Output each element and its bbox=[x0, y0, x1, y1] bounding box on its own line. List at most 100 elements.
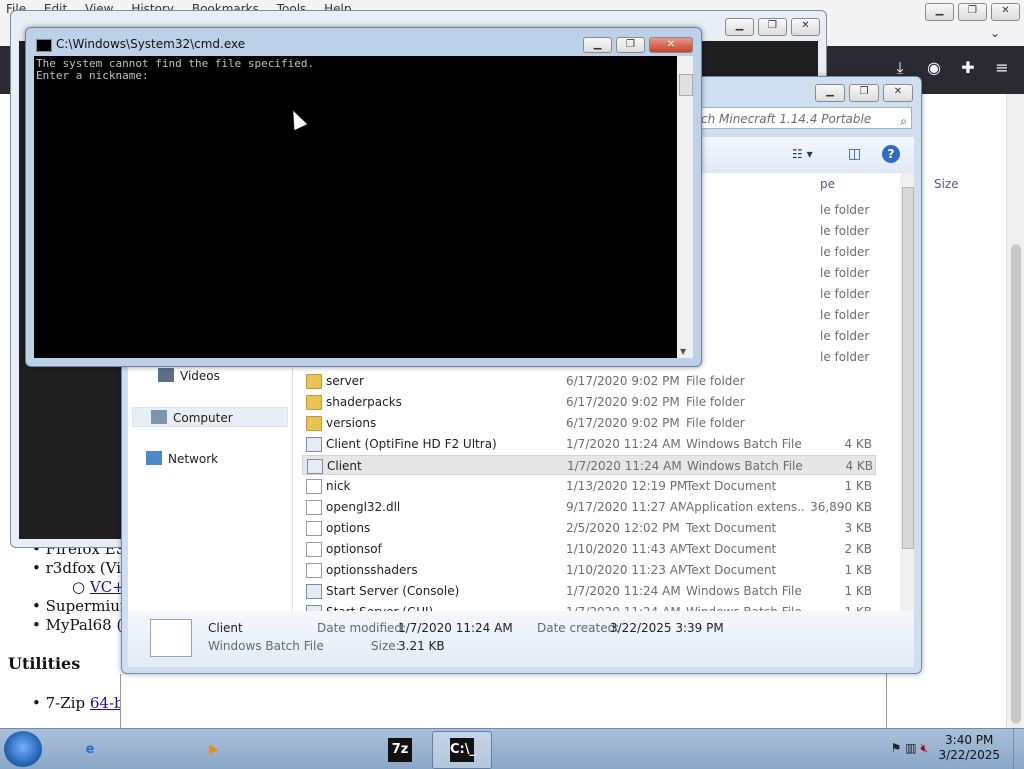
file-row[interactable]: Start Server (Console) 1/7/2020 11:24 AM W… bbox=[302, 581, 876, 601]
link[interactable]: VC+ bbox=[90, 578, 125, 596]
clock-time: 3:40 PM bbox=[945, 733, 994, 747]
taskbar-item-app-red[interactable] bbox=[246, 731, 306, 769]
film-icon bbox=[158, 368, 174, 382]
file-size: 4 KB bbox=[844, 437, 872, 451]
file-row[interactable]: options 2/5/2020 12:02 PM Text Document 3 K… bbox=[302, 518, 876, 538]
network-tray-icon[interactable]: ▥ bbox=[905, 741, 916, 755]
details-modified-label: Date modified: bbox=[317, 621, 407, 635]
text-document-icon bbox=[306, 563, 322, 578]
console-scrollbar[interactable]: ▼ bbox=[677, 56, 693, 358]
maximize-button[interactable]: ❐ bbox=[958, 3, 987, 21]
file-type: Windows Batch File bbox=[686, 584, 802, 598]
console-output[interactable]: The system cannot find the file specifie… bbox=[34, 56, 677, 358]
file-name: opengl32.dll bbox=[326, 500, 401, 514]
file-name: Start Server (Console) bbox=[326, 584, 460, 598]
preview-pane-icon[interactable]: ◫ bbox=[848, 146, 861, 162]
close-button[interactable]: ✕ bbox=[649, 37, 693, 53]
partial-type-cell: le folder bbox=[820, 350, 870, 364]
file-row[interactable]: server 6/17/2020 9:02 PM File folder bbox=[302, 371, 876, 391]
cmd-icon bbox=[36, 39, 52, 52]
column-header-type[interactable]: pe bbox=[820, 177, 835, 191]
column-header-size[interactable]: Size bbox=[934, 177, 959, 191]
minimize-button[interactable]: ▁ bbox=[925, 3, 954, 21]
show-desktop-button[interactable] bbox=[1013, 729, 1024, 769]
internet-explorer-icon: e bbox=[85, 742, 95, 757]
minimize-button[interactable]: ▁ bbox=[815, 84, 845, 102]
details-created-value: 3/22/2025 3:39 PM bbox=[610, 621, 724, 635]
file-name: server bbox=[326, 374, 364, 388]
taskbar-item-cmd[interactable]: C:\_ bbox=[432, 731, 492, 769]
maximize-button[interactable]: ❐ bbox=[616, 37, 645, 53]
file-type: Application extens... bbox=[686, 500, 804, 514]
details-pane: Client Windows Batch File Date modified:… bbox=[128, 611, 914, 667]
taskbar-item-explorer[interactable] bbox=[122, 731, 182, 769]
file-row[interactable]: Client (OptiFine HD F2 Ultra) 1/7/2020 11… bbox=[302, 434, 876, 454]
nav-item-computer[interactable]: Computer bbox=[132, 407, 288, 427]
account-icon[interactable]: ◉ bbox=[920, 54, 948, 82]
background-window-bottom bbox=[120, 674, 887, 729]
red-app-icon bbox=[264, 738, 288, 762]
file-row[interactable]: opengl32.dll 9/17/2020 11:27 AM Applicatio… bbox=[302, 497, 876, 517]
view-options-icon[interactable]: ☷ ▾ bbox=[792, 147, 813, 161]
file-type: Text Document bbox=[686, 542, 777, 556]
file-date: 1/10/2020 11:43 AM bbox=[566, 542, 686, 556]
taskbar-item-browser[interactable] bbox=[308, 731, 368, 769]
list-item: • MyPal68 ( bbox=[32, 616, 123, 634]
minimize-button[interactable]: ▁ bbox=[583, 37, 612, 53]
file-row[interactable]: optionsof 1/10/2020 11:43 AM Text Document… bbox=[302, 539, 876, 559]
nav-item-network[interactable]: Network bbox=[146, 449, 218, 469]
scrollbar-thumb[interactable] bbox=[1011, 244, 1021, 724]
taskbar-item-ie[interactable]: e bbox=[60, 731, 120, 769]
browser-scrollbar[interactable] bbox=[1006, 94, 1024, 728]
file-name: shaderpacks bbox=[326, 395, 402, 409]
file-date: 1/10/2020 11:23 AM bbox=[566, 563, 686, 577]
taskbar-item-7zip[interactable]: 7z bbox=[370, 731, 430, 769]
scrollbar-thumb[interactable] bbox=[679, 74, 693, 96]
volume-muted-icon[interactable]: 🔇︎ bbox=[920, 741, 928, 755]
file-row[interactable]: versions 6/17/2020 9:02 PM File folder bbox=[302, 413, 876, 433]
window-title: C:\Windows\System32\cmd.exe bbox=[56, 37, 246, 51]
minimize-button[interactable]: ▁ bbox=[725, 18, 754, 36]
cmd-icon: C:\_ bbox=[450, 738, 476, 762]
close-button[interactable]: ✕ bbox=[883, 84, 913, 102]
maximize-button[interactable]: ❐ bbox=[758, 18, 787, 36]
taskbar-item-media[interactable]: ▶ bbox=[184, 731, 244, 769]
file-row[interactable]: shaderpacks 6/17/2020 9:02 PM File folder bbox=[302, 392, 876, 412]
details-created-label: Date created: bbox=[537, 621, 620, 635]
help-icon[interactable]: ? bbox=[882, 145, 900, 163]
extensions-icon[interactable]: ✚ bbox=[954, 54, 982, 82]
batch-file-icon bbox=[150, 619, 192, 657]
file-name: Client (OptiFine HD F2 Ultra) bbox=[326, 437, 497, 451]
list-item: • 7-Zip 64-b bbox=[32, 694, 124, 712]
file-date: 1/7/2020 11:24 AM bbox=[566, 584, 681, 598]
search-input[interactable]: ch Minecraft 1.14.4 Portable ⌕ bbox=[696, 107, 912, 129]
file-size: 1 KB bbox=[844, 563, 872, 577]
text-document-icon bbox=[306, 542, 322, 557]
nav-item-videos[interactable]: Videos bbox=[158, 366, 220, 386]
file-list-scrollbar[interactable] bbox=[900, 173, 914, 611]
details-modified-value: 1/7/2020 11:24 AM bbox=[398, 621, 513, 635]
partial-type-cell: le folder bbox=[820, 287, 870, 301]
clock[interactable]: 3:40 PM 3/22/2025 bbox=[938, 733, 1000, 763]
details-size-label: Size: bbox=[371, 639, 400, 653]
scrollbar-thumb[interactable] bbox=[902, 187, 914, 549]
menu-icon[interactable]: ≡ bbox=[988, 54, 1016, 82]
start-button[interactable] bbox=[4, 731, 42, 767]
batch-file-icon bbox=[306, 437, 322, 452]
network-icon bbox=[146, 451, 162, 465]
close-button[interactable]: ✕ bbox=[991, 3, 1020, 21]
scroll-down-arrow-icon[interactable]: ▼ bbox=[680, 347, 686, 356]
search-icon[interactable]: ⌕ bbox=[900, 110, 907, 132]
maximize-button[interactable]: ❐ bbox=[849, 84, 879, 102]
details-file-name: Client bbox=[208, 621, 243, 635]
file-row[interactable]: Client 1/7/2020 11:24 AM Windows Batch Fil… bbox=[302, 455, 876, 475]
file-date: 6/17/2020 9:02 PM bbox=[566, 374, 680, 388]
file-row[interactable]: optionsshaders 1/10/2020 11:23 AM Text Doc… bbox=[302, 560, 876, 580]
chevron-down-icon[interactable]: ⌄ bbox=[990, 26, 1000, 40]
background-window-controls: ▁ ❐ ✕ bbox=[721, 17, 820, 36]
link[interactable]: 64-b bbox=[90, 694, 124, 712]
file-row[interactable]: nick 1/13/2020 12:19 PM Text Document 1 KB bbox=[302, 476, 876, 496]
close-button[interactable]: ✕ bbox=[791, 18, 820, 36]
file-type: Text Document bbox=[686, 563, 777, 577]
flag-icon[interactable]: ⚑ bbox=[891, 741, 902, 755]
